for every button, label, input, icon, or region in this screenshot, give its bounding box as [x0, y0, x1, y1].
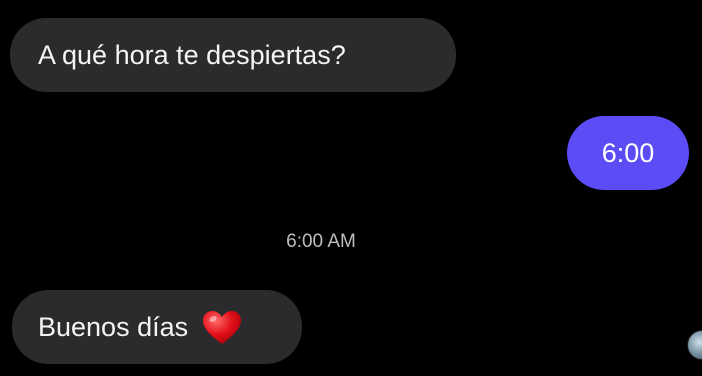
- message-bubble-incoming[interactable]: Buenos días: [12, 290, 302, 364]
- message-text: Buenos días: [38, 311, 189, 342]
- message-bubble-outgoing[interactable]: 6:00: [567, 116, 689, 190]
- message-timestamp: 6:00 AM: [286, 231, 356, 252]
- red-heart-icon: [202, 310, 242, 346]
- message-text: 6:00: [601, 137, 655, 168]
- message-bubble-incoming[interactable]: A qué hora te despiertas?: [10, 18, 456, 92]
- message-text: A qué hora te despiertas?: [38, 39, 346, 70]
- avatar-icon: [687, 330, 702, 360]
